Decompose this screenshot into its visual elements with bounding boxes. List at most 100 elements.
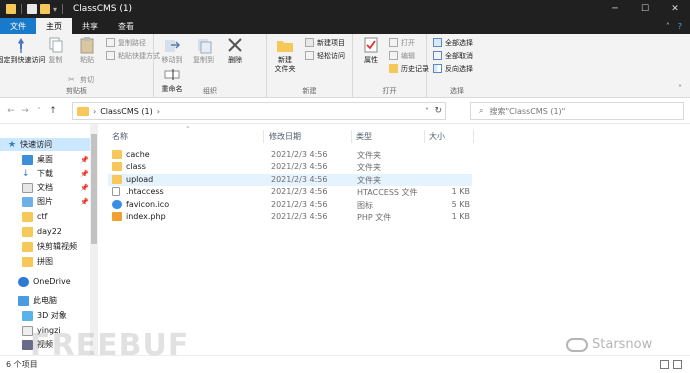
back-arrow-icon[interactable]: ← xyxy=(4,106,18,116)
chevron-right-icon: › xyxy=(156,106,160,116)
download-icon: ↓ xyxy=(22,168,33,179)
minimize-button[interactable]: ─ xyxy=(600,0,630,18)
file-row-favicon[interactable]: favicon.ico 2021/2/3 4:56 图标 5 KB xyxy=(108,199,472,211)
nav-item-puzzle[interactable]: 拼图 xyxy=(22,255,53,268)
column-date[interactable]: 修改日期 xyxy=(269,131,301,142)
cut-button[interactable]: ✂ 剪切 xyxy=(68,74,94,85)
nav-item-ctf[interactable]: ctf xyxy=(22,210,47,223)
shortcut-icon xyxy=(106,51,115,60)
refresh-icon[interactable]: ↻ xyxy=(434,106,442,116)
chevron-down-icon[interactable]: ▾ xyxy=(53,5,57,14)
open-icon xyxy=(389,38,398,47)
desktop-icon xyxy=(22,154,33,165)
file-row-class[interactable]: class 2021/2/3 4:56 文件夹 xyxy=(108,161,472,173)
nav-item-desktop[interactable]: 桌面 📌 xyxy=(22,153,89,166)
details-view-icon[interactable] xyxy=(660,360,669,369)
select-all-button[interactable]: 全部选择 xyxy=(433,37,473,48)
nav-onedrive[interactable]: OneDrive xyxy=(18,275,71,288)
chevron-right-icon: › xyxy=(93,106,97,116)
picture-icon xyxy=(22,196,33,207)
column-divider[interactable] xyxy=(473,130,474,143)
column-divider[interactable] xyxy=(424,130,425,143)
column-name[interactable]: 名称 xyxy=(112,131,128,142)
properties-icon xyxy=(364,37,378,53)
open-group-label: 打开 xyxy=(382,87,397,95)
folder-icon xyxy=(6,4,16,14)
select-none-icon xyxy=(433,51,442,60)
copy-to-button[interactable]: 复制到 xyxy=(190,36,218,65)
file-row-cache[interactable]: cache 2021/2/3 4:56 文件夹 xyxy=(108,149,472,161)
tab-view[interactable]: 查看 xyxy=(108,18,144,34)
recent-locations-icon[interactable]: ˅ xyxy=(32,107,46,115)
copy-button[interactable]: 复制 xyxy=(42,36,70,65)
paste-button[interactable]: 粘贴 xyxy=(73,36,101,65)
address-field[interactable]: › ClassCMS (1) › ˅ ↻ xyxy=(72,102,446,120)
file-row-index-php[interactable]: index.php 2021/2/3 4:56 PHP 文件 1 KB xyxy=(108,211,472,223)
nav-item-day22[interactable]: day22 xyxy=(22,225,62,238)
breadcrumb[interactable]: ClassCMS (1) xyxy=(100,107,153,116)
move-to-button[interactable]: 移动到 xyxy=(158,36,186,65)
computer-icon xyxy=(18,295,29,306)
chevron-down-icon[interactable]: ˅ xyxy=(425,107,429,116)
ribbon-tabs: 文件 主页 共享 查看 ˄ ? xyxy=(0,18,690,34)
search-icon: ⌕ xyxy=(479,106,484,115)
new-item-icon xyxy=(305,38,314,47)
search-input[interactable]: ⌕ 搜索"ClassCMS (1)" xyxy=(470,102,684,120)
forward-arrow-icon[interactable]: → xyxy=(18,106,32,116)
close-button[interactable]: ✕ xyxy=(660,0,690,18)
column-size[interactable]: 大小 xyxy=(429,131,445,142)
nav-this-pc[interactable]: 此电脑 xyxy=(18,294,57,307)
column-type[interactable]: 类型 xyxy=(356,131,372,142)
copy-path-button[interactable]: 复制路径 xyxy=(106,37,160,48)
new-item-button[interactable]: 新建项目 xyxy=(305,37,345,48)
folder-icon xyxy=(112,175,122,184)
edit-icon xyxy=(389,51,398,60)
collapse-ribbon-icon[interactable]: ˄ xyxy=(678,84,682,93)
chevron-up-icon[interactable]: ˄ xyxy=(666,22,670,31)
pin-icon xyxy=(18,38,24,53)
file-icon xyxy=(112,187,120,196)
easy-access-button[interactable]: 轻松访问 xyxy=(305,50,345,61)
folder-icon xyxy=(22,241,33,252)
invert-selection-button[interactable]: 反向选择 xyxy=(433,63,473,74)
pin-quick-access-button[interactable]: 固定到快速访问 xyxy=(0,36,46,65)
column-divider[interactable] xyxy=(263,130,264,143)
tab-share[interactable]: 共享 xyxy=(72,18,108,34)
nav-item-downloads[interactable]: ↓ 下载 📌 xyxy=(22,167,89,180)
nav-item-pictures[interactable]: 图片 📌 xyxy=(22,195,89,208)
file-row-upload[interactable]: upload 2021/2/3 4:56 文件夹 xyxy=(108,174,472,186)
cube-icon xyxy=(22,310,33,321)
nav-item-video-clips[interactable]: 快剪辑视频 xyxy=(22,240,77,253)
maximize-button[interactable]: ☐ xyxy=(630,0,660,18)
easy-access-icon xyxy=(305,51,314,60)
new-folder-button[interactable]: 新建 文件夹 xyxy=(271,36,299,74)
folder-icon xyxy=(22,226,33,237)
history-button[interactable]: 历史记录 xyxy=(389,63,429,74)
tab-home[interactable]: 主页 xyxy=(36,18,72,34)
tab-file[interactable]: 文件 xyxy=(0,18,36,34)
nav-quick-access[interactable]: ★ 快速访问 xyxy=(0,138,90,151)
edit-button[interactable]: 编辑 xyxy=(389,50,429,61)
open-button[interactable]: 打开 xyxy=(389,37,429,48)
properties-icon[interactable] xyxy=(27,4,37,14)
help-icon[interactable]: ? xyxy=(678,22,682,31)
column-divider[interactable] xyxy=(351,130,352,143)
folder-icon xyxy=(22,211,33,222)
large-icons-view-icon[interactable] xyxy=(673,360,682,369)
properties-button[interactable]: 属性 xyxy=(357,36,385,65)
nav-item-documents[interactable]: 文档 📌 xyxy=(22,181,89,194)
address-bar-row: ← → ˅ ↑ › ClassCMS (1) › ˅ ↻ ⌕ 搜索"ClassC… xyxy=(0,98,690,124)
nav-item-3d-objects[interactable]: 3D 对象 xyxy=(22,309,67,322)
up-arrow-icon[interactable]: ↑ xyxy=(46,106,60,116)
new-folder-icon[interactable] xyxy=(40,4,50,14)
delete-button[interactable]: 删除 xyxy=(221,36,249,65)
scrollbar-thumb[interactable] xyxy=(91,134,97,244)
file-row-htaccess[interactable]: .htaccess 2021/2/3 4:56 HTACCESS 文件 1 KB xyxy=(108,186,472,198)
paste-shortcut-button[interactable]: 粘贴快捷方式 xyxy=(106,50,160,61)
copy-icon xyxy=(49,37,63,53)
ribbon: 固定到快速访问 复制 粘贴 复制路径 粘贴快捷方式 ✂ 剪切 剪贴板 移动到 复… xyxy=(0,34,690,98)
nav-scrollbar[interactable] xyxy=(90,124,98,355)
pin-icon: 📌 xyxy=(80,155,89,164)
organize-group-label: 组织 xyxy=(203,87,217,95)
select-none-button[interactable]: 全部取消 xyxy=(433,50,473,61)
